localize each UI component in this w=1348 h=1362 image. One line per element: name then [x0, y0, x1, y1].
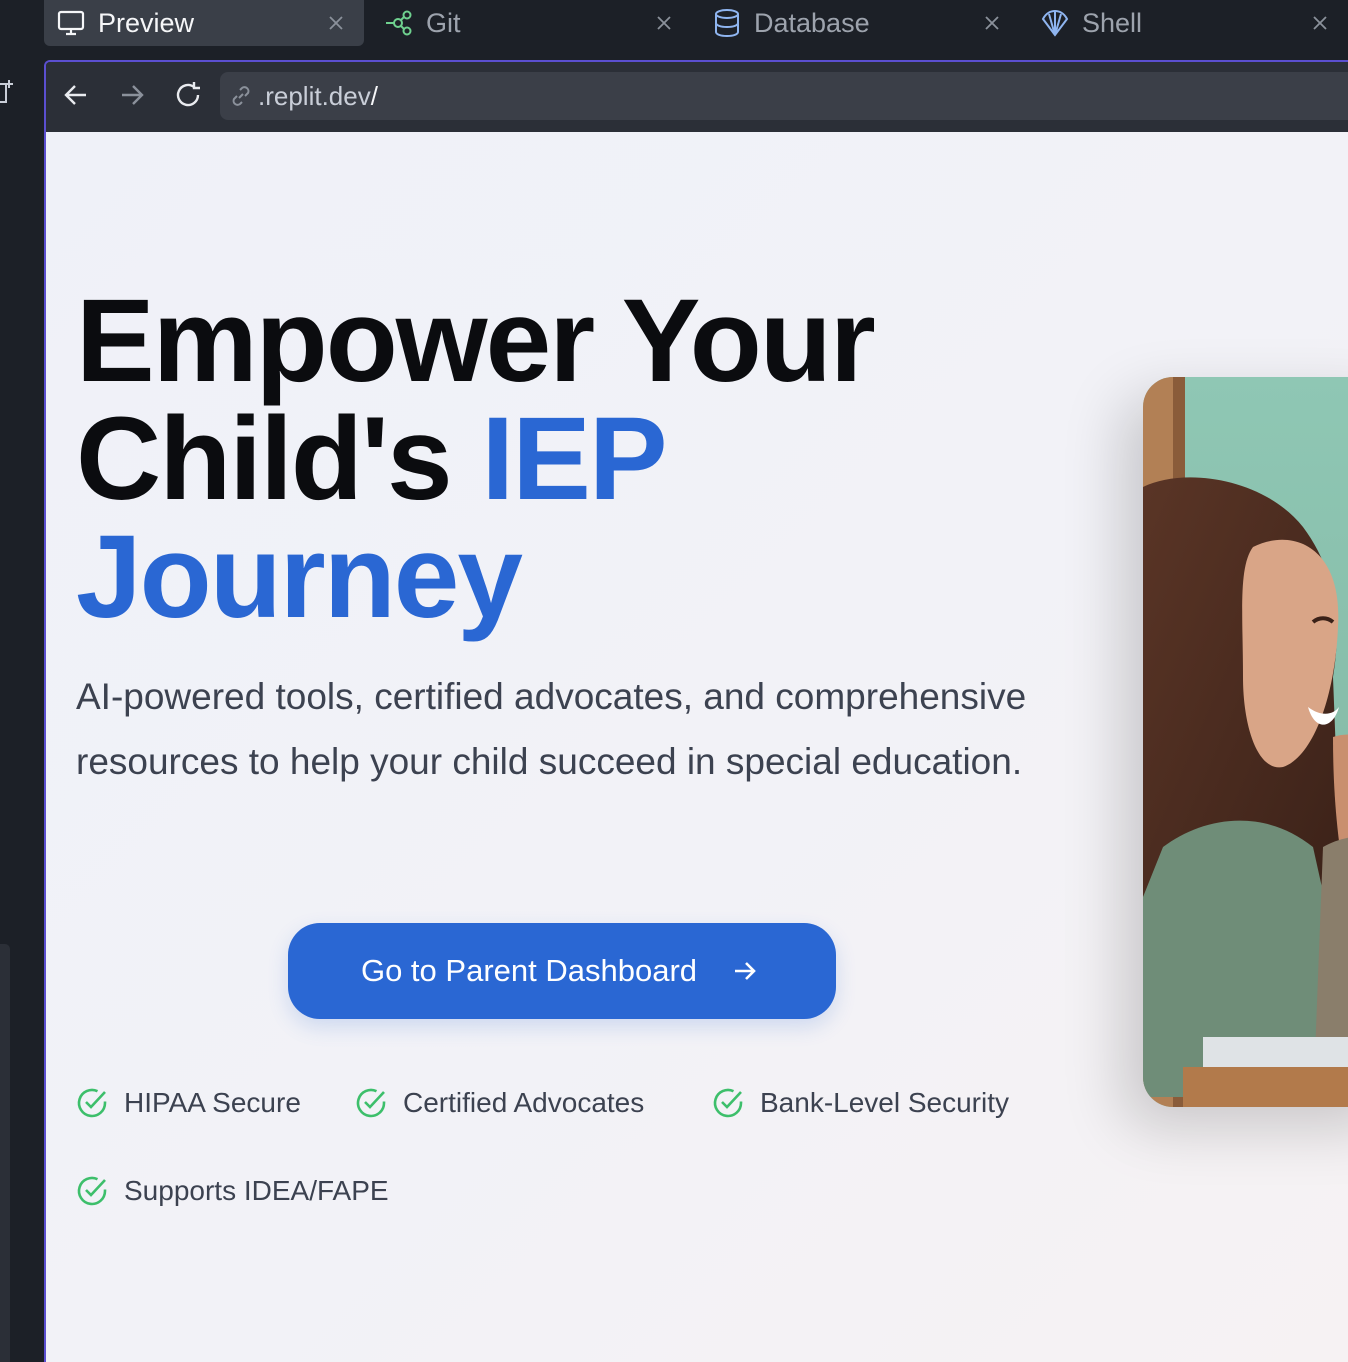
tab-preview[interactable]: Preview: [44, 0, 364, 46]
hero-title: Empower Your Child's IEP Journey: [76, 282, 1076, 636]
hero-subtitle: AI-powered tools, certified advocates, a…: [76, 676, 1027, 782]
monitor-icon: [56, 8, 86, 38]
arrow-right-icon: [731, 955, 763, 987]
feature-advocates: Certified Advocates: [355, 1086, 644, 1120]
close-icon[interactable]: [649, 8, 679, 38]
tab-label: Preview: [98, 7, 195, 38]
feature-label: Supports IDEA/FAPE: [124, 1175, 389, 1206]
add-file-icon[interactable]: [0, 76, 14, 108]
check-circle-icon: [355, 1086, 389, 1120]
hero-title-line2: Child's: [76, 393, 482, 525]
hero-title-line1: Empower Your: [76, 275, 876, 407]
preview-browser: .replit.dev / Empower Your Child's IEP Jo…: [44, 60, 1348, 1362]
parent-dashboard-button[interactable]: Go to Parent Dashboard: [288, 923, 836, 1019]
url-bar[interactable]: .replit.dev /: [220, 72, 1348, 120]
url-cursor: /: [370, 80, 378, 111]
close-icon[interactable]: [321, 8, 351, 38]
close-icon[interactable]: [977, 8, 1007, 38]
database-icon: [712, 8, 742, 38]
link-icon: [228, 82, 256, 110]
feature-idea-fape: Supports IDEA/FAPE: [76, 1174, 389, 1208]
feature-hipaa: HIPAA Secure: [76, 1086, 301, 1120]
forward-button[interactable]: [112, 76, 152, 118]
feature-security: Bank-Level Security: [712, 1086, 1009, 1120]
hero-photo: [1143, 377, 1348, 1107]
arrow-right-icon: [119, 82, 145, 113]
check-circle-icon: [712, 1086, 746, 1120]
feature-label: Bank-Level Security: [760, 1087, 1010, 1118]
left-gutter: [0, 0, 44, 1362]
gutter-scrollbar[interactable]: [0, 944, 10, 1362]
ide-window: Preview Git Database Shell .replit.dev /…: [0, 0, 1348, 1362]
reload-icon: [173, 80, 203, 115]
tab-label: Shell: [1082, 7, 1143, 38]
hero-title-accent-journey: Journey: [76, 511, 523, 643]
tab-label: Database: [754, 7, 870, 38]
back-button[interactable]: [56, 76, 96, 118]
tab-label: Git: [426, 7, 461, 38]
page-viewport: Empower Your Child's IEP Journey AI-powe…: [46, 132, 1348, 1362]
url-text: .replit.dev: [258, 80, 371, 111]
tab-strip: Preview Git Database Shell: [44, 0, 1348, 48]
check-circle-icon: [76, 1086, 110, 1120]
git-branch-icon: [384, 8, 414, 38]
feature-label: HIPAA Secure: [124, 1087, 301, 1118]
check-circle-icon: [76, 1174, 110, 1208]
tab-database[interactable]: Database: [712, 0, 1032, 46]
arrow-left-icon: [63, 82, 89, 113]
reload-button[interactable]: [168, 76, 208, 118]
close-icon[interactable]: [1305, 8, 1335, 38]
cta-label: Go to Parent Dashboard: [360, 953, 698, 988]
shell-icon: [1040, 8, 1070, 38]
hero-title-accent-iep: IEP: [481, 393, 667, 525]
tab-shell[interactable]: Shell: [1040, 0, 1348, 46]
tab-git[interactable]: Git: [384, 0, 704, 46]
browser-toolbar: .replit.dev /: [46, 62, 1348, 132]
feature-label: Certified Advocates: [403, 1087, 645, 1118]
